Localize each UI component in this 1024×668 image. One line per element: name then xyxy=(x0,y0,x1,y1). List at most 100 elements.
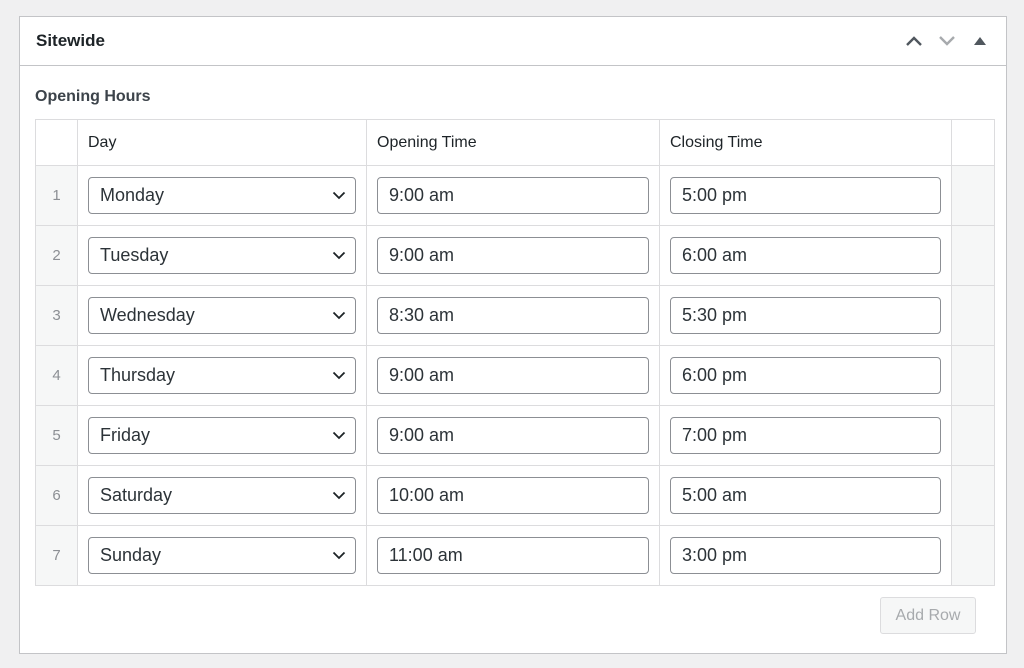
closing-time-cell: 5:30 pm xyxy=(659,285,952,346)
row-order-handle[interactable]: 5 xyxy=(35,405,78,466)
metabox-title: Sitewide xyxy=(36,31,105,50)
day-select[interactable]: Friday xyxy=(88,417,356,454)
closing-time-input[interactable]: 6:00 am xyxy=(670,237,941,274)
day-cell: Wednesday xyxy=(77,285,367,346)
row-actions-cell[interactable] xyxy=(951,345,995,406)
day-select[interactable]: Sunday xyxy=(88,537,356,574)
table-header-row: Day Opening Time Closing Time xyxy=(35,119,995,166)
day-select-value: Monday xyxy=(100,185,165,205)
row-order-handle[interactable]: 1 xyxy=(35,165,78,226)
table-row: 5 Friday 9:00 am 7:00 pm xyxy=(35,405,995,466)
table-row: 7 Sunday 11:00 am 3:00 pm xyxy=(35,525,995,586)
row-number: 3 xyxy=(52,307,61,324)
chevron-down-icon xyxy=(332,551,346,560)
toggle-panel-button[interactable] xyxy=(963,23,996,59)
chevron-down-icon xyxy=(332,311,346,320)
row-number: 6 xyxy=(52,487,61,504)
row-order-handle[interactable]: 7 xyxy=(35,525,78,586)
row-order-handle[interactable]: 2 xyxy=(35,225,78,286)
opening-time-input[interactable]: 9:00 am xyxy=(377,417,649,454)
opening-time-cell: 11:00 am xyxy=(366,525,660,586)
opening-time-cell: 8:30 am xyxy=(366,285,660,346)
day-cell: Thursday xyxy=(77,345,367,406)
closing-time-input[interactable]: 3:00 pm xyxy=(670,537,941,574)
chevron-down-icon xyxy=(332,491,346,500)
table-row: 2 Tuesday 9:00 am 6:00 am xyxy=(35,225,995,286)
row-number: 2 xyxy=(52,247,61,264)
closing-time-input[interactable]: 5:30 pm xyxy=(670,297,941,334)
row-actions-cell[interactable] xyxy=(951,405,995,466)
handle-actions xyxy=(897,17,996,65)
move-down-button[interactable] xyxy=(930,23,963,59)
column-header-opening-time: Opening Time xyxy=(366,119,660,166)
closing-time-cell: 5:00 am xyxy=(659,465,952,526)
row-actions-cell[interactable] xyxy=(951,165,995,226)
metabox-header: Sitewide xyxy=(20,17,1006,66)
row-actions-cell[interactable] xyxy=(951,525,995,586)
chevron-down-icon xyxy=(332,431,346,440)
day-cell: Monday xyxy=(77,165,367,226)
day-select[interactable]: Wednesday xyxy=(88,297,356,334)
day-cell: Saturday xyxy=(77,465,367,526)
closing-time-cell: 6:00 am xyxy=(659,225,952,286)
column-header-day: Day xyxy=(77,119,367,166)
row-number: 7 xyxy=(52,547,61,564)
row-order-handle[interactable]: 4 xyxy=(35,345,78,406)
day-select-value: Tuesday xyxy=(100,245,169,265)
row-number: 5 xyxy=(52,427,61,444)
opening-time-input[interactable]: 9:00 am xyxy=(377,357,649,394)
metabox-sitewide: Sitewide Opening Hours Day Opening Time … xyxy=(19,16,1007,654)
opening-time-cell: 9:00 am xyxy=(366,165,660,226)
opening-time-input[interactable]: 11:00 am xyxy=(377,537,649,574)
toggle-triangle-icon xyxy=(973,37,986,45)
closing-time-input[interactable]: 6:00 pm xyxy=(670,357,941,394)
actions-column-header xyxy=(951,119,995,166)
field-label: Opening Hours xyxy=(35,88,151,105)
day-cell: Tuesday xyxy=(77,225,367,286)
opening-time-input[interactable]: 8:30 am xyxy=(377,297,649,334)
chevron-down-icon xyxy=(938,36,955,46)
table-row: 4 Thursday 9:00 am 6:00 pm xyxy=(35,345,995,406)
day-select-value: Saturday xyxy=(100,485,173,505)
closing-time-cell: 5:00 pm xyxy=(659,165,952,226)
chevron-down-icon xyxy=(332,371,346,380)
column-header-closing-time: Closing Time xyxy=(659,119,952,166)
row-order-handle[interactable]: 6 xyxy=(35,465,78,526)
add-row-button[interactable]: Add Row xyxy=(880,597,976,634)
day-select-value: Sunday xyxy=(100,545,162,565)
row-actions-cell[interactable] xyxy=(951,465,995,526)
move-up-button[interactable] xyxy=(897,23,930,59)
chevron-down-icon xyxy=(332,251,346,260)
closing-time-cell: 6:00 pm xyxy=(659,345,952,406)
row-actions-cell[interactable] xyxy=(951,285,995,346)
chevron-up-icon xyxy=(905,36,922,46)
day-select-value: Friday xyxy=(100,425,151,445)
closing-time-cell: 3:00 pm xyxy=(659,525,952,586)
row-order-handle[interactable]: 3 xyxy=(35,285,78,346)
closing-time-cell: 7:00 pm xyxy=(659,405,952,466)
closing-time-input[interactable]: 5:00 pm xyxy=(670,177,941,214)
closing-time-input[interactable]: 5:00 am xyxy=(670,477,941,514)
opening-time-input[interactable]: 9:00 am xyxy=(377,177,649,214)
table-row: 3 Wednesday 8:30 am 5:30 pm xyxy=(35,285,995,346)
opening-time-cell: 9:00 am xyxy=(366,225,660,286)
day-select-value: Wednesday xyxy=(100,305,195,325)
day-select[interactable]: Thursday xyxy=(88,357,356,394)
day-select-value: Thursday xyxy=(100,365,176,385)
closing-time-input[interactable]: 7:00 pm xyxy=(670,417,941,454)
day-select[interactable]: Saturday xyxy=(88,477,356,514)
metabox-inside: Opening Hours Day Opening Time Closing T… xyxy=(20,88,1006,644)
day-select[interactable]: Monday xyxy=(88,177,356,214)
day-cell: Friday xyxy=(77,405,367,466)
row-number: 1 xyxy=(52,187,61,204)
order-column-header xyxy=(35,119,78,166)
table-row: 6 Saturday 10:00 am 5:00 am xyxy=(35,465,995,526)
table-row: 1 Monday 9:00 am 5:00 pm xyxy=(35,165,995,226)
opening-time-input[interactable]: 10:00 am xyxy=(377,477,649,514)
repeater-table: Day Opening Time Closing Time 1 Monday 9:0… xyxy=(35,119,995,586)
opening-time-cell: 9:00 am xyxy=(366,405,660,466)
opening-time-input[interactable]: 9:00 am xyxy=(377,237,649,274)
day-cell: Sunday xyxy=(77,525,367,586)
day-select[interactable]: Tuesday xyxy=(88,237,356,274)
row-actions-cell[interactable] xyxy=(951,225,995,286)
